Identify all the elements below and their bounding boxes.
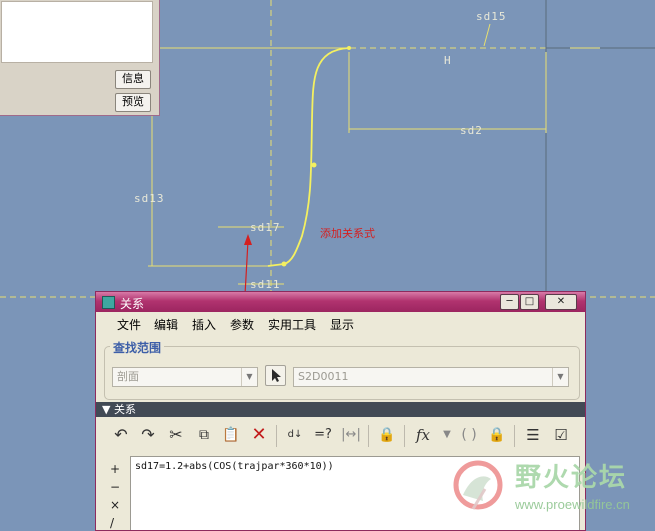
toolbar-separator [276, 425, 277, 447]
relations-section-label: 关系 [113, 403, 136, 416]
annotation-arrowhead [244, 234, 252, 245]
verify-icon[interactable]: ☑ [550, 424, 572, 446]
menu-insert[interactable]: 插入 [192, 316, 216, 333]
relations-section-header[interactable]: ▼ 关系 [96, 402, 585, 417]
lookin-label: 查找范围 [110, 339, 165, 356]
parameter-lock-icon[interactable]: 🔒 [486, 424, 508, 446]
editor-gutter: + − × / [104, 456, 130, 530]
dim-label-sd13[interactable]: sd13 [134, 192, 165, 205]
menu-show[interactable]: 显示 [330, 316, 354, 333]
curve-point[interactable] [347, 46, 351, 50]
watermark-url: www.proewildfire.cn [515, 497, 630, 512]
toolbar-separator [404, 425, 405, 447]
relation-line[interactable]: sd17=1.2+abs(COS(trajpar*360*10)) [135, 461, 334, 472]
menu-edit[interactable]: 编辑 [154, 316, 178, 333]
chevron-down-icon: ▼ [552, 368, 568, 386]
flame-logo-icon [453, 460, 503, 510]
export-icon[interactable]: ☰ [522, 424, 544, 446]
copy-icon[interactable]: ⧉ [193, 424, 215, 446]
insert-function-icon[interactable]: fx [412, 424, 434, 446]
curve-point[interactable] [281, 261, 287, 267]
cut-icon[interactable]: ✂ [165, 424, 187, 446]
dimension-toggle-icon[interactable]: |↔| [340, 424, 362, 446]
app-icon [102, 296, 115, 309]
undo-icon[interactable]: ↶ [110, 424, 132, 446]
menu-utilities[interactable]: 实用工具 [268, 316, 316, 333]
evaluate-icon[interactable]: =? [312, 424, 334, 446]
pointer-icon [272, 369, 281, 382]
dim-label-sd2[interactable]: sd2 [460, 124, 483, 137]
menubar: 文件 编辑 插入 参数 实用工具 显示 [96, 312, 585, 334]
relations-toolbar: ↶ ↷ ✂ ⧉ 📋 ✕ d↓ =? |↔| 🔒 fx ▼ ( ) 🔒 ☰ ☑ [96, 421, 585, 451]
menu-parameters[interactable]: 参数 [230, 316, 254, 333]
dialog-title: 关系 [120, 297, 145, 311]
dim-sd15-leader [483, 23, 491, 47]
partial-dialog-content [1, 1, 153, 63]
maximize-button[interactable]: □ [520, 294, 539, 310]
collapse-triangle-icon: ▼ [102, 403, 111, 416]
chevron-down-icon[interactable]: ▼ [436, 424, 458, 446]
lock-icon[interactable]: 🔒 [376, 424, 398, 446]
preview-button[interactable]: 预览 [115, 93, 151, 112]
sort-relations-icon[interactable]: d↓ [284, 424, 306, 446]
lookin-type-select[interactable]: 剖面 ▼ [112, 367, 258, 387]
partial-dialog: 信息 预览 [0, 0, 160, 116]
annotation-add-relation: 添加关系式 [320, 226, 375, 240]
close-button[interactable]: ✕ [545, 294, 577, 310]
lookin-object-value: S2D0011 [298, 370, 349, 383]
menu-file[interactable]: 文件 [117, 316, 141, 333]
redo-icon[interactable]: ↷ [137, 424, 159, 446]
curve-point[interactable] [311, 162, 317, 168]
dim-label-sd15[interactable]: sd15 [476, 10, 507, 23]
dim-label-h: H [444, 54, 452, 67]
multiply-button[interactable]: × [110, 498, 120, 512]
paste-icon[interactable]: 📋 [220, 424, 242, 446]
plus-button[interactable]: + [110, 462, 120, 476]
toolbar-separator [514, 425, 515, 447]
info-button[interactable]: 信息 [115, 70, 151, 89]
delete-icon[interactable]: ✕ [248, 424, 270, 446]
lookin-object-select[interactable]: S2D0011 ▼ [293, 367, 569, 387]
titlebar[interactable]: 关系 ─ □ ✕ [96, 292, 585, 312]
chevron-down-icon: ▼ [241, 368, 257, 386]
dim-label-sd17[interactable]: sd17 [250, 221, 281, 234]
lookin-type-value: 剖面 [117, 370, 139, 383]
select-pointer-button[interactable] [265, 365, 286, 386]
insert-parentheses-icon[interactable]: ( ) [458, 424, 480, 446]
minus-button[interactable]: − [110, 480, 120, 494]
toolbar-separator [368, 425, 369, 447]
minimize-button[interactable]: ─ [500, 294, 519, 310]
watermark-title: 野火论坛 [515, 463, 628, 493]
divide-button[interactable]: / [110, 516, 114, 530]
dim-label-sd11[interactable]: sd11 [250, 278, 281, 291]
forum-watermark: 野火论坛 www.proewildfire.cn [445, 455, 655, 523]
